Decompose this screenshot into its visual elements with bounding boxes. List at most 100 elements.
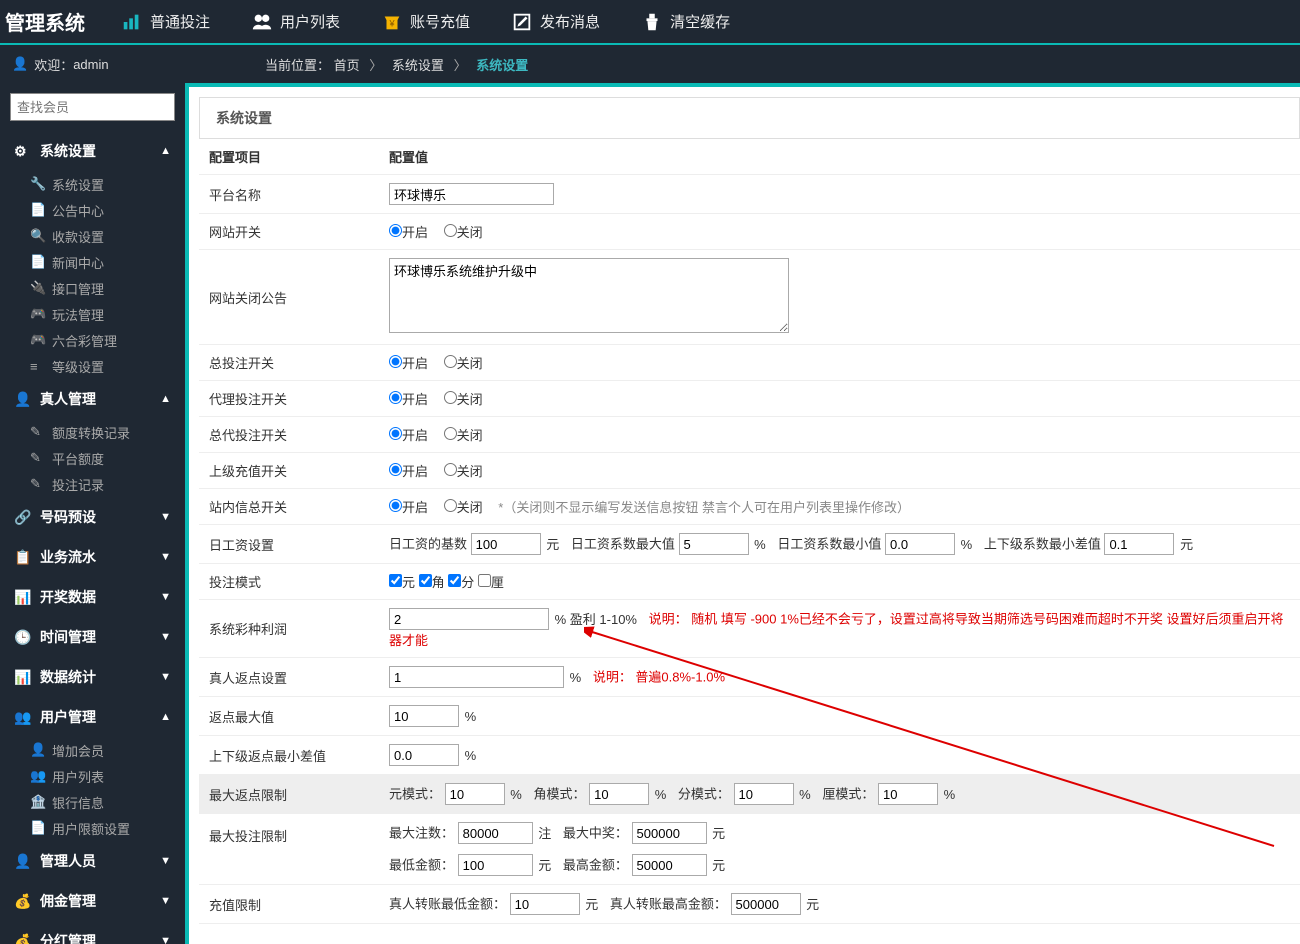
users-icon: 👥 [30, 768, 46, 784]
daily-wage-base-input[interactable] [471, 533, 541, 555]
sidebar-item-label: 用户列表 [52, 767, 104, 786]
sidebar-item-label: 银行信息 [52, 793, 104, 812]
topnav: 普通投注 用户列表 ¥ 账号充值 发布消息 清空缓存 [100, 0, 750, 44]
doc-icon: 📄 [30, 820, 46, 836]
agent-bet-off-radio[interactable] [444, 391, 457, 404]
recharge-min-input[interactable] [510, 893, 580, 915]
sidebar-group-9[interactable]: 💰佣金管理▼ [0, 881, 185, 921]
topnav-item-users[interactable]: 用户列表 [230, 0, 360, 44]
rebate-max-input[interactable] [389, 705, 459, 727]
gear-icon: ⚙ [14, 143, 32, 160]
sidebar-item-label: 投注记录 [52, 475, 104, 494]
topnav-item-clearcache[interactable]: 清空缓存 [620, 0, 750, 44]
sidebar-group-label: 佣金管理 [40, 891, 96, 911]
max-rebate-yuan-input[interactable] [445, 783, 505, 805]
sidebar-group-0[interactable]: ⚙系统设置▲ [0, 131, 185, 171]
max-bet-max-input[interactable] [632, 854, 707, 876]
chevron-down-icon: ▼ [160, 895, 171, 907]
max-rebate-li-input[interactable] [878, 783, 938, 805]
total-agent-bet-off-radio[interactable] [444, 427, 457, 440]
recharge-max-input[interactable] [731, 893, 801, 915]
max-bet-count-input[interactable] [458, 822, 533, 844]
sidebar-item-1-1[interactable]: ✎平台额度 [0, 445, 185, 471]
topnav-item-message[interactable]: 发布消息 [490, 0, 620, 44]
sidebar-item-0-1[interactable]: 📄公告中心 [0, 197, 185, 223]
list-icon: 📋 [14, 549, 32, 566]
bet-mode-jiao-checkbox[interactable] [419, 574, 432, 587]
sidebar-group-6[interactable]: 📊数据统计▼ [0, 657, 185, 697]
real-return-input[interactable] [389, 666, 564, 688]
money-icon: 💰 [14, 933, 32, 944]
breadcrumb-prefix: 当前位置： [265, 58, 330, 73]
sidebar-item-1-2[interactable]: ✎ 投注记录 [0, 471, 185, 497]
sidebar-group-3[interactable]: 📋业务流水▼ [0, 537, 185, 577]
chevron-up-icon: ▲ [160, 711, 171, 723]
sidebar-item-0-2[interactable]: 🔍收款设置 [0, 223, 185, 249]
sidebar-group-1[interactable]: 👤真人管理▲ [0, 379, 185, 419]
sidebar-item-1-0[interactable]: ✎额度转换记录 [0, 419, 185, 445]
sidebar-item-7-1[interactable]: 👥 用户列表 [0, 763, 185, 789]
person-icon: 👤 [14, 853, 32, 870]
sidebar-item-0-4[interactable]: 🔌接口管理 [0, 275, 185, 301]
max-bet-min-input[interactable] [458, 854, 533, 876]
upper-recharge-off-radio[interactable] [444, 463, 457, 476]
topnav-item-bet[interactable]: 普通投注 [100, 0, 230, 44]
site-switch-on-radio[interactable] [389, 224, 402, 237]
system-profit-input[interactable] [389, 608, 549, 630]
site-msg-off-radio[interactable] [444, 499, 457, 512]
site-msg-on-radio[interactable] [389, 499, 402, 512]
close-notice-textarea[interactable]: 环球博乐系统维护升级中 [389, 258, 789, 333]
site-switch-off-radio[interactable] [444, 224, 457, 237]
chevron-down-icon: ▼ [160, 591, 171, 603]
sidebar-group-8[interactable]: 👤管理人员▼ [0, 841, 185, 881]
daily-wage-diff-input[interactable] [1104, 533, 1174, 555]
sidebar-item-0-0[interactable]: 🔧系统设置 [0, 171, 185, 197]
panel-title: 系统设置 [199, 97, 1300, 139]
sidebar-group-4[interactable]: 📊开奖数据▼ [0, 577, 185, 617]
col-header-name: 配置项目 [199, 139, 379, 175]
sidebar-item-7-2[interactable]: 🏦银行信息 [0, 789, 185, 815]
upper-recharge-on-radio[interactable] [389, 463, 402, 476]
max-bet-prize-input[interactable] [632, 822, 707, 844]
search-input[interactable] [10, 93, 175, 121]
sidebar-group-7[interactable]: 👥用户管理▲ [0, 697, 185, 737]
max-rebate-fen-input[interactable] [734, 783, 794, 805]
bet-mode-fen-checkbox[interactable] [448, 574, 461, 587]
sidebar: ⚙系统设置▲🔧系统设置📄公告中心🔍收款设置📄新闻中心🔌接口管理🎮玩法管理🎮六合彩… [0, 83, 185, 944]
sidebar-group-10[interactable]: 💰分红管理▼ [0, 921, 185, 944]
sidebar-item-7-0[interactable]: 👤增加会员 [0, 737, 185, 763]
bet-mode-li-checkbox[interactable] [478, 574, 491, 587]
chevron-right-icon: 〉 [369, 58, 382, 73]
sidebar-item-0-7[interactable]: ≡等级设置 [0, 353, 185, 379]
max-rebate-jiao-input[interactable] [589, 783, 649, 805]
edit-icon: ✎ [30, 476, 46, 492]
sidebar-group-label: 用户管理 [40, 707, 96, 727]
row-system-profit: 系统彩种利润 % 盈利 1-10% 说明： 随机 填写 -900 1%已经不会亏… [199, 600, 1300, 658]
breadcrumb-home[interactable]: 首页 [334, 58, 360, 73]
sidebar-item-0-3[interactable]: 📄新闻中心 [0, 249, 185, 275]
total-bet-on-radio[interactable] [389, 355, 402, 368]
topnav-item-recharge[interactable]: ¥ 账号充值 [360, 0, 490, 44]
app-title: 管理系统 [0, 7, 100, 36]
bet-mode-yuan-checkbox[interactable] [389, 574, 402, 587]
sidebar-item-0-6[interactable]: 🎮六合彩管理 [0, 327, 185, 353]
total-bet-off-radio[interactable] [444, 355, 457, 368]
total-agent-bet-on-radio[interactable] [389, 427, 402, 440]
daily-wage-max-input[interactable] [679, 533, 749, 555]
sidebar-item-0-5[interactable]: 🎮玩法管理 [0, 301, 185, 327]
breadcrumb-level1[interactable]: 系统设置 [392, 58, 444, 73]
subbar: 👤 欢迎： admin 当前位置： 首页 〉 系统设置 〉 系统设置 [0, 45, 1300, 83]
rebate-diff-input[interactable] [389, 744, 459, 766]
platform-name-input[interactable] [389, 183, 554, 205]
edit-icon [510, 10, 534, 34]
sidebar-item-7-3[interactable]: 📄用户限额设置 [0, 815, 185, 841]
row-total-agent-bet-switch: 总代投注开关 开启 关闭 [199, 417, 1300, 453]
sidebar-item-label: 玩法管理 [52, 305, 104, 324]
daily-wage-min-input[interactable] [885, 533, 955, 555]
agent-bet-on-radio[interactable] [389, 391, 402, 404]
sidebar-group-label: 管理人员 [40, 851, 96, 871]
sidebar-group-2[interactable]: 🔗号码预设▼ [0, 497, 185, 537]
sidebar-group-5[interactable]: 🕒时间管理▼ [0, 617, 185, 657]
clock-icon: 🕒 [14, 629, 32, 646]
row-max-bet-limit: 最大投注限制 最大注数： 注 最大中奖： 元 最低金额： [199, 814, 1300, 885]
